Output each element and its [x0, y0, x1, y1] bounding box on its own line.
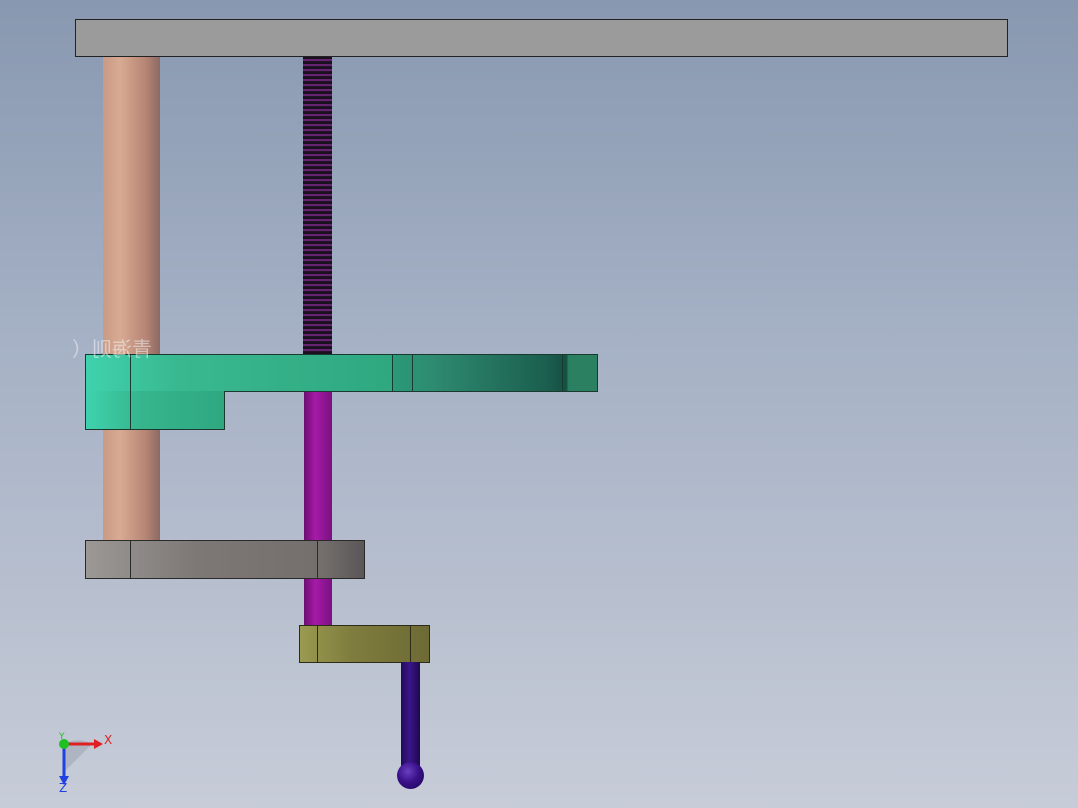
stylus-shaft[interactable] — [401, 662, 420, 768]
triad-x-label: X — [104, 733, 112, 747]
triad-y-label: Y — [58, 732, 65, 742]
lower-arm[interactable] — [85, 540, 365, 579]
stylus-ball[interactable] — [397, 762, 424, 789]
upper-arm-tip-edge — [412, 354, 413, 392]
lower-arm-edge — [130, 540, 131, 579]
threaded-rod[interactable] — [303, 57, 332, 354]
upper-arm-tip-edge — [562, 354, 563, 392]
top-plate[interactable] — [75, 19, 1008, 57]
upper-arm-tip[interactable] — [392, 354, 598, 392]
lower-arm-edge — [317, 540, 318, 579]
upper-arm-edge — [130, 354, 131, 430]
probe-block-edge — [317, 625, 318, 663]
upper-arm-clamp[interactable] — [85, 391, 225, 430]
plunger-rod[interactable] — [304, 391, 332, 627]
probe-block-edge — [410, 625, 411, 663]
triad-z-label: Z — [59, 781, 67, 794]
graphics-viewport[interactable]: 青海则（ X Y Z — [0, 0, 1078, 808]
coordinate-triad-icon: X Y Z — [58, 732, 112, 794]
guide-post[interactable] — [103, 57, 160, 541]
ghost-label: 青海则（ — [72, 337, 152, 361]
